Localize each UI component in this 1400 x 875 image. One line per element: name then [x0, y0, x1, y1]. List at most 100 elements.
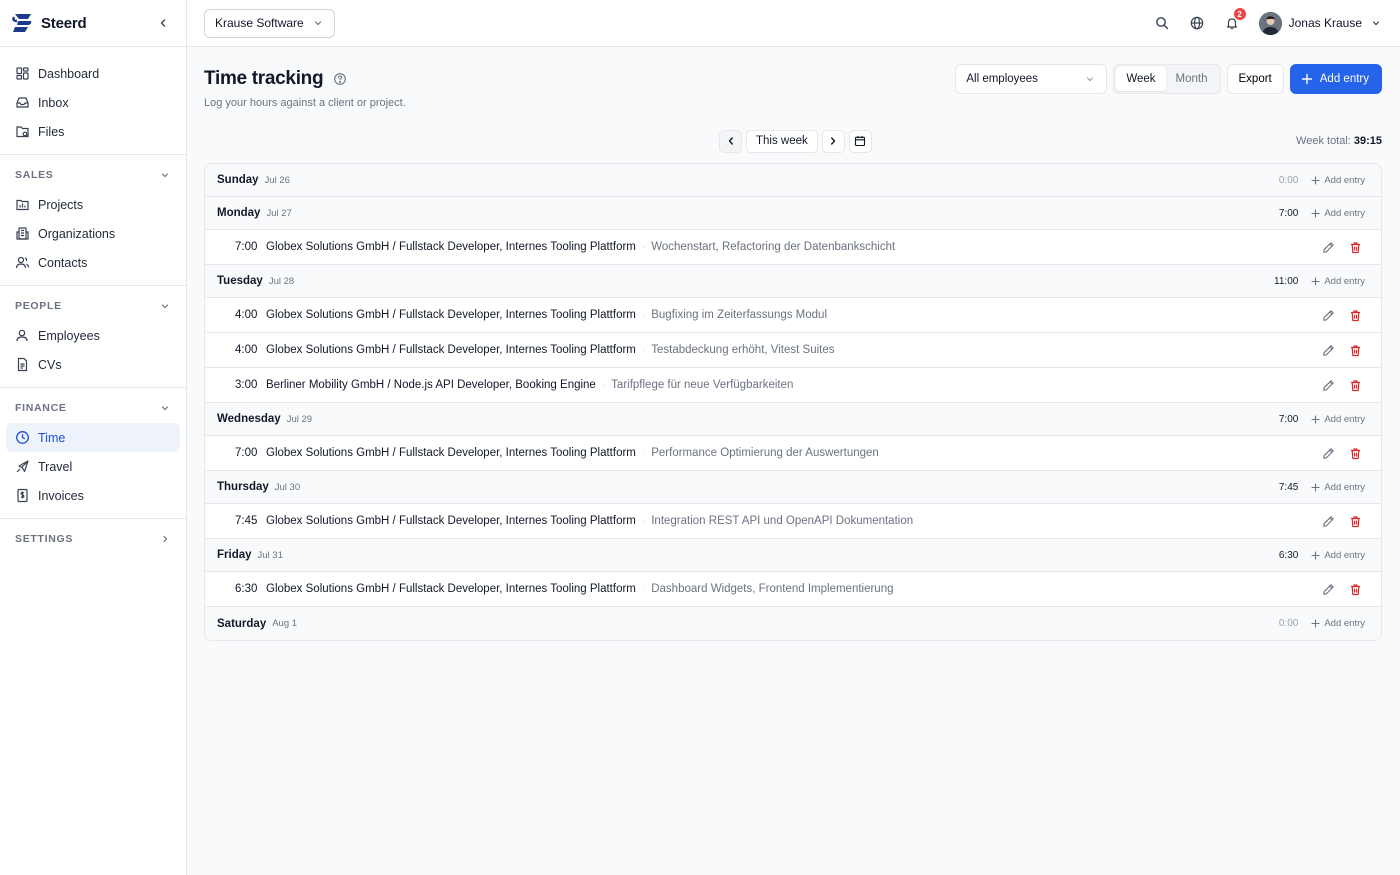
current-week-button[interactable]: This week [746, 129, 818, 153]
day-add-entry-label: Add entry [1324, 413, 1365, 425]
next-week-button[interactable] [821, 129, 845, 153]
sidebar-item-inbox[interactable]: Inbox [6, 88, 180, 117]
sidebar-item-contacts[interactable]: Contacts [6, 248, 180, 277]
notification-badge: 2 [1233, 8, 1246, 20]
sidebar-item-travel[interactable]: Travel [6, 452, 180, 481]
section-toggle-finance[interactable]: FINANCE [6, 397, 180, 419]
help-icon[interactable] [333, 72, 347, 86]
edit-entry-button[interactable] [1320, 307, 1336, 323]
delete-entry-button[interactable] [1347, 377, 1363, 393]
projects-icon [15, 197, 30, 212]
sidebar-item-organizations[interactable]: Organizations [6, 219, 180, 248]
plus-icon [1311, 175, 1320, 185]
topbar: Krause Software 2 Jonas Krause [187, 0, 1400, 47]
day-add-entry-button[interactable]: Add entry [1311, 482, 1365, 493]
nav-group-settings: SETTINGS [0, 519, 186, 562]
day-add-entry-button[interactable]: Add entry [1311, 550, 1365, 561]
sidebar-item-dashboard[interactable]: Dashboard [6, 59, 180, 88]
files-icon [15, 124, 30, 139]
sidebar-item-projects[interactable]: Projects [6, 190, 180, 219]
day-total: 0:00 [1278, 174, 1299, 186]
day-add-entry-button[interactable]: Add entry [1311, 414, 1365, 425]
pencil-icon [1322, 344, 1334, 356]
day-name: Wednesday [217, 413, 281, 425]
entry-note: Integration REST API und OpenAPI Dokumen… [651, 515, 914, 527]
day-add-entry-button[interactable]: Add entry [1311, 208, 1365, 219]
edit-entry-button[interactable] [1320, 342, 1336, 358]
trash-icon [1350, 447, 1360, 459]
sidebar-item-cvs[interactable]: CVs [6, 350, 180, 379]
section-toggle-people[interactable]: PEOPLE [6, 295, 180, 317]
day-name: Monday [217, 207, 261, 219]
user-menu[interactable]: Jonas Krause [1258, 11, 1382, 35]
day-add-entry-button[interactable]: Add entry [1311, 276, 1365, 287]
section-toggle-sales[interactable]: SALES [6, 164, 180, 186]
entry-duration: 7:45 [235, 515, 258, 527]
time-entry-row: 3:00 Berliner Mobility GmbH / Node.js API… [205, 368, 1381, 403]
day-name: Thursday [217, 481, 269, 493]
nav-group-main: Dashboard Inbox Files [0, 47, 186, 155]
sidebar-item-employees[interactable]: Employees [6, 321, 180, 350]
trash-icon [1350, 309, 1360, 321]
delete-entry-button[interactable] [1347, 239, 1363, 255]
sidebar-item-time[interactable]: Time [6, 423, 180, 452]
sidebar-item-label: CVs [38, 357, 62, 372]
edit-entry-button[interactable] [1320, 513, 1336, 529]
chevron-down-icon [1084, 73, 1096, 85]
delete-entry-button[interactable] [1347, 581, 1363, 597]
view-month-option[interactable]: Month [1166, 67, 1218, 91]
day-add-entry-button[interactable]: Add entry [1311, 618, 1365, 629]
search-button[interactable] [1151, 12, 1173, 34]
section-label: SALES [15, 169, 54, 181]
chevron-down-icon [159, 402, 171, 414]
day-date: Jul 31 [257, 549, 283, 561]
edit-entry-button[interactable] [1320, 445, 1336, 461]
edit-entry-button[interactable] [1320, 377, 1336, 393]
pencil-icon [1322, 379, 1334, 391]
export-button[interactable]: Export [1226, 64, 1284, 94]
view-week-option[interactable]: Week [1116, 67, 1166, 91]
entry-note: Testabdeckung erhöht, Vitest Suites [651, 344, 835, 356]
user-icon [15, 328, 30, 343]
plus-icon [1311, 276, 1320, 286]
entry-duration: 7:00 [235, 241, 258, 253]
globe-icon [1190, 16, 1203, 30]
edit-entry-button[interactable] [1320, 581, 1336, 597]
day-date: Jul 30 [274, 481, 301, 493]
sidebar-item-label: Invoices [38, 488, 84, 503]
add-entry-button[interactable]: Add entry [1289, 64, 1382, 94]
entry-duration: 6:30 [235, 583, 258, 595]
chevron-down-icon [159, 300, 171, 312]
workspace-switcher[interactable]: Krause Software [204, 8, 335, 38]
chevron-left-icon [160, 19, 166, 27]
edit-entry-button[interactable] [1320, 239, 1336, 255]
pencil-icon [1322, 309, 1334, 321]
previous-week-button[interactable] [719, 129, 742, 153]
employee-filter-select[interactable]: All employees [955, 64, 1108, 94]
language-button[interactable] [1186, 12, 1208, 34]
delete-entry-button[interactable] [1347, 342, 1363, 358]
delete-entry-button[interactable] [1347, 307, 1363, 323]
collapse-sidebar-button[interactable] [154, 14, 172, 32]
section-toggle-settings[interactable]: SETTINGS [6, 528, 180, 550]
entry-project: Berliner Mobility GmbH / Node.js API Dev… [266, 379, 596, 391]
date-picker-button[interactable] [848, 129, 872, 153]
week-total-value: 39:15 [1353, 135, 1382, 147]
day-add-entry-button[interactable]: Add entry [1311, 175, 1365, 186]
chevron-down-icon [312, 17, 324, 29]
delete-entry-button[interactable] [1347, 445, 1363, 461]
sidebar-item-files[interactable]: Files [6, 117, 180, 146]
delete-entry-button[interactable] [1347, 513, 1363, 529]
day-header: Thursday Jul 30 7:45 Add entry [205, 471, 1381, 504]
sidebar-item-invoices[interactable]: Invoices [6, 481, 180, 510]
notifications-button[interactable]: 2 [1221, 8, 1246, 34]
nav-group-finance: FINANCE Time Travel Invoices [0, 388, 186, 519]
time-entry-row: 4:00 Globex Solutions GmbH / Fullstack De… [205, 333, 1381, 368]
time-entry-row: 6:30 Globex Solutions GmbH / Fullstack De… [205, 572, 1381, 607]
day-date: Jul 29 [286, 413, 313, 425]
day-date: Jul 26 [264, 174, 290, 186]
nav-group-people: PEOPLE Employees CVs [0, 286, 186, 388]
day-add-entry-label: Add entry [1324, 481, 1365, 493]
sidebar: Steerd Dashboard Inbox Files SALES Proje… [0, 0, 187, 875]
pencil-icon [1322, 241, 1334, 253]
